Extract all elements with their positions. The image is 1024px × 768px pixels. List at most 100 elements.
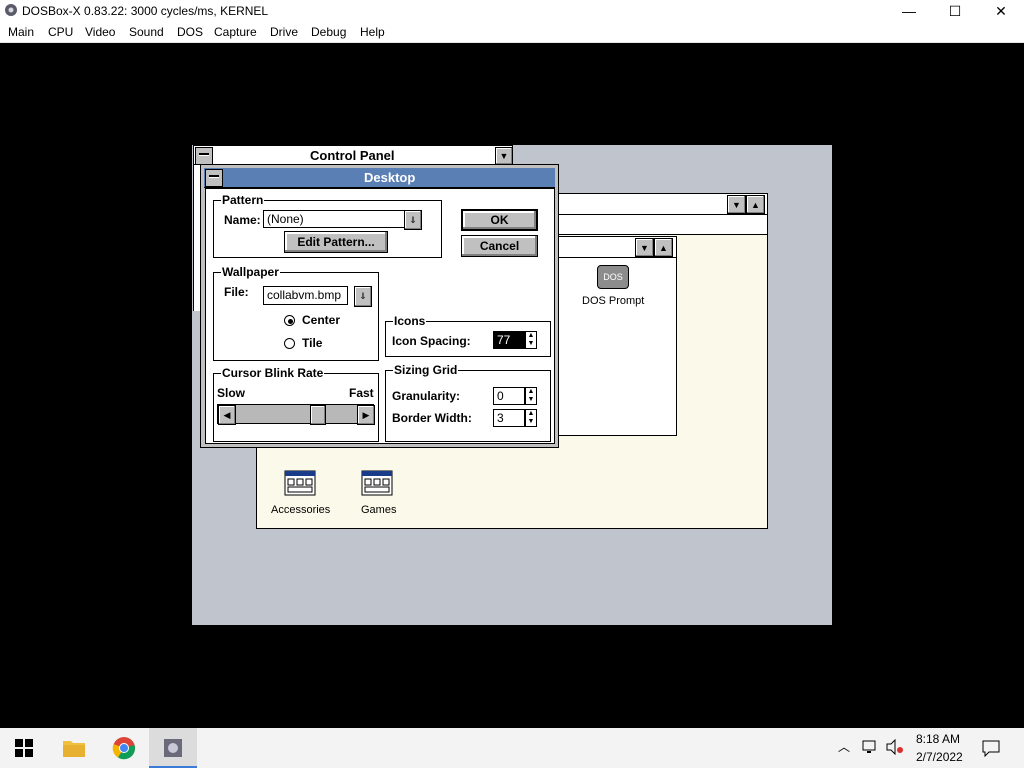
desktop-dialog-system-menu[interactable] xyxy=(205,169,223,187)
show-hidden-icons-button[interactable]: ︿ xyxy=(838,738,850,755)
pattern-name-label: Name: xyxy=(224,213,261,227)
file-explorer-icon xyxy=(63,741,85,757)
desktop-dialog: Desktop Pattern Name: (None) ⇓ Edit Patt… xyxy=(200,164,559,448)
cursor-blink-scrollbar[interactable]: ◀ ▶ xyxy=(217,404,375,425)
triangle-down-icon: ▼ xyxy=(732,199,741,210)
system-menu-icon xyxy=(199,153,209,156)
close-button[interactable]: ✕ xyxy=(978,0,1024,22)
pm-maximize-button[interactable]: ▲ xyxy=(746,195,765,214)
maximize-button[interactable]: ☐ xyxy=(932,0,978,22)
control-panel-system-menu[interactable] xyxy=(195,147,213,165)
tile-radio[interactable] xyxy=(284,338,295,349)
icon-spacing-field[interactable]: 77 xyxy=(493,331,525,349)
wallpaper-file-label: File: xyxy=(224,285,249,299)
dos-prompt-icon[interactable]: DOS xyxy=(597,265,629,289)
program-group-icon xyxy=(284,470,316,496)
pm-minimize-button[interactable]: ▼ xyxy=(727,195,746,214)
chrome-button[interactable] xyxy=(100,728,148,768)
granularity-label: Granularity: xyxy=(392,389,461,403)
games-group-icon[interactable] xyxy=(361,470,393,496)
scroll-left-button[interactable]: ◀ xyxy=(218,405,236,425)
chevron-up-icon: ︿ xyxy=(838,740,851,754)
spin-up-icon: ▲ xyxy=(527,388,535,395)
fast-label: Fast xyxy=(349,386,374,400)
pattern-name-combobox[interactable]: (None) xyxy=(263,210,405,228)
icons-group: Icons Icon Spacing: 77 ▲ ▼ xyxy=(385,314,551,357)
menu-drive[interactable]: Drive xyxy=(270,25,298,39)
dropdown-arrow-icon: ⇓ xyxy=(359,291,367,301)
program-group-icon xyxy=(361,470,393,496)
dosbox-taskbar-button[interactable] xyxy=(149,728,197,768)
menu-main[interactable]: Main xyxy=(8,25,34,39)
file-explorer-button[interactable] xyxy=(50,728,98,768)
dos-prompt-label: DOS Prompt xyxy=(582,295,645,307)
host-menu-bar: Main CPU Video Sound DOS Capture Drive D… xyxy=(0,22,1024,43)
desktop-dialog-title: Desktop xyxy=(364,170,416,185)
system-menu-icon xyxy=(209,175,219,178)
minimize-button[interactable]: — xyxy=(886,0,932,22)
windows-start-icon xyxy=(15,739,33,757)
close-icon: ✕ xyxy=(995,2,1007,19)
volume-muted-icon[interactable] xyxy=(886,738,904,756)
start-button[interactable] xyxy=(0,728,48,768)
granularity-field[interactable]: 0 xyxy=(493,387,525,405)
arrow-right-icon: ▶ xyxy=(362,409,370,420)
menu-help[interactable]: Help xyxy=(360,25,385,39)
clock-date[interactable]: 2/7/2022 xyxy=(916,750,963,764)
menu-sound[interactable]: Sound xyxy=(129,25,164,39)
scroll-right-button[interactable]: ▶ xyxy=(357,405,375,425)
games-label: Games xyxy=(361,504,397,516)
center-radio-label: Center xyxy=(302,313,341,327)
border-width-label: Border Width: xyxy=(392,411,472,425)
cursor-blink-thumb[interactable] xyxy=(310,405,327,425)
center-radio[interactable] xyxy=(284,315,295,326)
wallpaper-file-combobox[interactable]: collabvm.bmp xyxy=(263,286,348,305)
edit-pattern-button[interactable]: Edit Pattern... xyxy=(284,231,388,253)
pattern-group-label: Pattern xyxy=(221,193,265,207)
tile-radio-label: Tile xyxy=(302,336,323,350)
arrow-left-icon: ◀ xyxy=(223,409,231,420)
wallpaper-dropdown-button[interactable]: ⇓ xyxy=(354,286,372,307)
ok-button[interactable]: OK xyxy=(461,209,538,231)
slow-label: Slow xyxy=(217,386,246,400)
dropdown-arrow-icon: ⇓ xyxy=(409,214,417,225)
triangle-up-icon: ▲ xyxy=(659,242,668,253)
sizing-grid-group: Sizing Grid Granularity: 0 ▲ ▼ Border Wid… xyxy=(385,363,551,442)
border-width-spinner[interactable]: ▲ ▼ xyxy=(525,409,537,427)
group-minimize-button[interactable]: ▼ xyxy=(635,238,654,257)
spin-up-icon: ▲ xyxy=(527,410,535,417)
group-maximize-button[interactable]: ▲ xyxy=(654,238,673,257)
chrome-icon xyxy=(112,737,136,760)
maximize-icon: ☐ xyxy=(948,2,962,19)
control-panel-minimize-button[interactable]: ▼ xyxy=(495,147,513,165)
control-panel-title-bar: Control Panel ▼ xyxy=(193,145,513,165)
triangle-down-icon: ▼ xyxy=(499,151,509,161)
notifications-button[interactable] xyxy=(982,739,1000,758)
menu-debug[interactable]: Debug xyxy=(311,25,346,39)
spin-up-icon: ▲ xyxy=(527,332,535,339)
menu-cpu[interactable]: CPU xyxy=(48,25,73,39)
triangle-down-icon: ▼ xyxy=(640,242,649,253)
icon-spacing-spinner[interactable]: ▲ ▼ xyxy=(525,331,537,349)
border-width-field[interactable]: 3 xyxy=(493,409,525,427)
cursor-blink-group-label: Cursor Blink Rate xyxy=(221,366,325,380)
minimize-icon: — xyxy=(902,3,916,19)
menu-dos[interactable]: DOS xyxy=(177,25,203,39)
spin-down-icon: ▼ xyxy=(527,396,535,403)
menu-video[interactable]: Video xyxy=(85,25,115,39)
spin-down-icon: ▼ xyxy=(527,340,535,347)
network-icon[interactable] xyxy=(862,739,878,755)
granularity-spinner[interactable]: ▲ ▼ xyxy=(525,387,537,405)
pattern-dropdown-button[interactable]: ⇓ xyxy=(404,210,422,230)
dosbox-icon xyxy=(164,739,182,757)
dosbox-app-icon xyxy=(5,4,17,16)
accessories-group-icon[interactable] xyxy=(284,470,316,496)
icon-spacing-label: Icon Spacing: xyxy=(392,334,471,348)
icons-group-label: Icons xyxy=(393,314,427,328)
menu-capture[interactable]: Capture xyxy=(214,25,257,39)
host-window-title: DOSBox-X 0.83.22: 3000 cycles/ms, KERNEL xyxy=(22,4,269,18)
cancel-button[interactable]: Cancel xyxy=(461,235,538,257)
clock-time[interactable]: 8:18 AM xyxy=(916,732,960,746)
pattern-group: Pattern Name: (None) ⇓ Edit Pattern... xyxy=(213,193,442,258)
spin-down-icon: ▼ xyxy=(527,418,535,425)
